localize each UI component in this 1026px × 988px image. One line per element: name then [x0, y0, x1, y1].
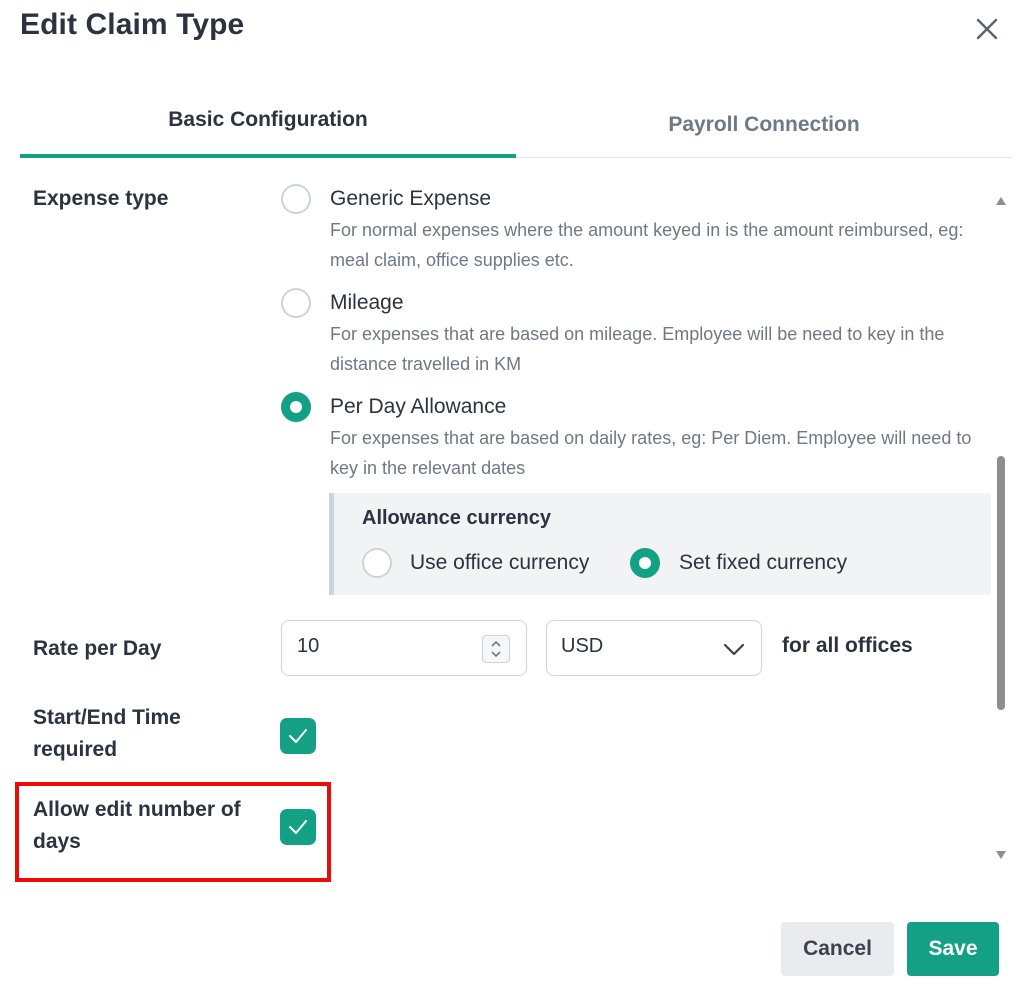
close-button[interactable]: [970, 12, 1004, 46]
radio-mileage[interactable]: [281, 288, 311, 318]
chevron-down-icon: [723, 643, 745, 656]
checkmark-icon: [289, 729, 307, 743]
close-icon[interactable]: [970, 12, 1004, 46]
tab-label: Payroll Connection: [668, 113, 860, 136]
radio-per-day-allowance[interactable]: [281, 392, 311, 422]
option-title-per-day-allowance: Per Day Allowance: [330, 395, 507, 418]
radio-use-office-currency[interactable]: [362, 548, 392, 578]
radio-set-fixed-currency[interactable]: [630, 548, 660, 578]
radio-generic-expense[interactable]: [281, 184, 311, 214]
dialog-title: Edit Claim Type: [20, 8, 245, 41]
option-title-generic-expense: Generic Expense: [330, 187, 492, 210]
spinner-arrows-icon[interactable]: [483, 636, 509, 662]
scroll-up-arrow-icon[interactable]: [995, 196, 1007, 206]
scroll-thumb[interactable]: [997, 456, 1005, 710]
scroll-down-arrow-icon[interactable]: [995, 850, 1007, 860]
rate-per-day-input[interactable]: 10: [281, 620, 527, 676]
form-scroll-area: Expense type Generic Expense For normal …: [0, 158, 1026, 870]
expense-type-label: Expense type: [33, 187, 169, 210]
rate-per-day-label: Rate per Day: [33, 637, 162, 660]
allowance-currency-title: Allowance currency: [362, 507, 551, 529]
cancel-button[interactable]: Cancel: [781, 922, 894, 976]
option-desc-generic-expense: For normal expenses where the amount key…: [330, 220, 964, 270]
option-desc-per-day-allowance: For expenses that are based on daily rat…: [330, 428, 972, 478]
currency-select[interactable]: USD: [546, 620, 762, 676]
save-button[interactable]: Save: [907, 922, 999, 976]
tab-payroll-connection[interactable]: Payroll Connection: [516, 86, 1012, 156]
scrollbar[interactable]: [991, 192, 1011, 864]
tab-label: Basic Configuration: [168, 108, 368, 131]
option-desc-mileage: For expenses that are based on mileage. …: [330, 324, 945, 374]
start-end-time-label: Start/End Time required: [33, 706, 181, 761]
start-end-time-checkbox[interactable]: [280, 718, 316, 754]
use-office-currency-label: Use office currency: [410, 551, 590, 574]
allowance-currency-panel: Allowance currency Use office currency S…: [329, 493, 991, 595]
rate-suffix: for all offices: [782, 634, 913, 657]
number-spinner[interactable]: [482, 635, 510, 663]
option-title-mileage: Mileage: [330, 291, 404, 314]
tab-bar: Basic Configuration Payroll Connection: [20, 86, 1012, 158]
highlight-annotation-box: [15, 782, 331, 882]
currency-value: USD: [561, 635, 604, 657]
set-fixed-currency-label: Set fixed currency: [679, 551, 848, 574]
edit-claim-type-dialog: Edit Claim Type Basic Configuration Payr…: [0, 0, 1026, 988]
tab-basic-configuration[interactable]: Basic Configuration: [20, 86, 516, 158]
rate-value: 10: [297, 635, 320, 657]
